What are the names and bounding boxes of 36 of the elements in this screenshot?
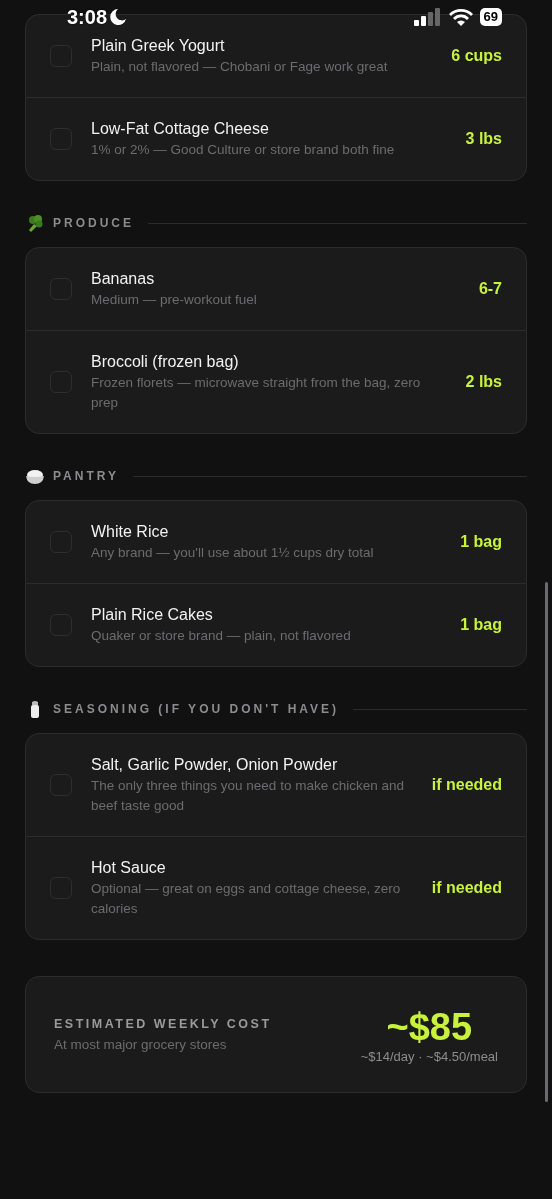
item-note: Medium — pre-workout fuel (91, 291, 258, 309)
item-name: Bananas (91, 269, 156, 289)
item-name: Salt, Garlic Powder, Onion Powder (91, 755, 339, 775)
status-time: 3:08 (67, 6, 108, 28)
item-quantity: if needed (431, 879, 502, 897)
item-quantity: 6 cups (451, 47, 502, 65)
section-heading: SEASONING (IF YOU DON'T HAVE) (53, 702, 340, 716)
item-note: Quaker or store brand — plain, not flavored (91, 627, 352, 645)
item-name: White Rice (91, 522, 170, 542)
moon-icon (109, 8, 128, 26)
item-quantity: 2 lbs (465, 373, 502, 391)
cost-label: ESTIMATED WEEKLY COST (54, 1017, 272, 1031)
item-note: Plain, not flavored — Chobani or Fage work great (91, 58, 389, 76)
item-note: 1% or 2% — Good Culture or store brand both fine (91, 141, 396, 159)
item-name: Low-Fat Cottage Cheese (91, 119, 270, 139)
item-name: Broccoli (frozen bag) (91, 352, 240, 372)
battery-icon: 69 (479, 8, 502, 26)
weekly-cost: ~$85 (386, 1005, 473, 1049)
cost-note: At most major grocery stores (54, 1037, 228, 1052)
item-note: Optional — great on eggs and cottage cheese, zero calories (91, 880, 402, 918)
section-heading: PANTRY (53, 469, 119, 483)
item-name: Hot Sauce (91, 858, 167, 878)
signal-icon (413, 8, 442, 26)
item-quantity: if needed (431, 776, 502, 794)
item-name: Plain Rice Cakes (91, 605, 214, 625)
item-quantity: 6-7 (478, 280, 502, 298)
section-heading: PRODUCE (53, 216, 134, 230)
item-quantity: 3 lbs (465, 130, 502, 148)
item-note: Any brand — you'll use about 1½ cups dry total (91, 544, 375, 562)
cost-breakdown: ~$14/day · ~$4.50/meal (360, 1049, 498, 1064)
item-note: The only three things you need to make chicken and beef taste good (91, 777, 405, 815)
wifi-icon (448, 8, 473, 26)
item-quantity: 1 bag (460, 533, 502, 551)
item-note: Frozen florets — microwave straight from the bag, zero prep (91, 374, 422, 412)
item-quantity: 1 bag (460, 616, 502, 634)
item-name: Plain Greek Yogurt (91, 36, 226, 56)
